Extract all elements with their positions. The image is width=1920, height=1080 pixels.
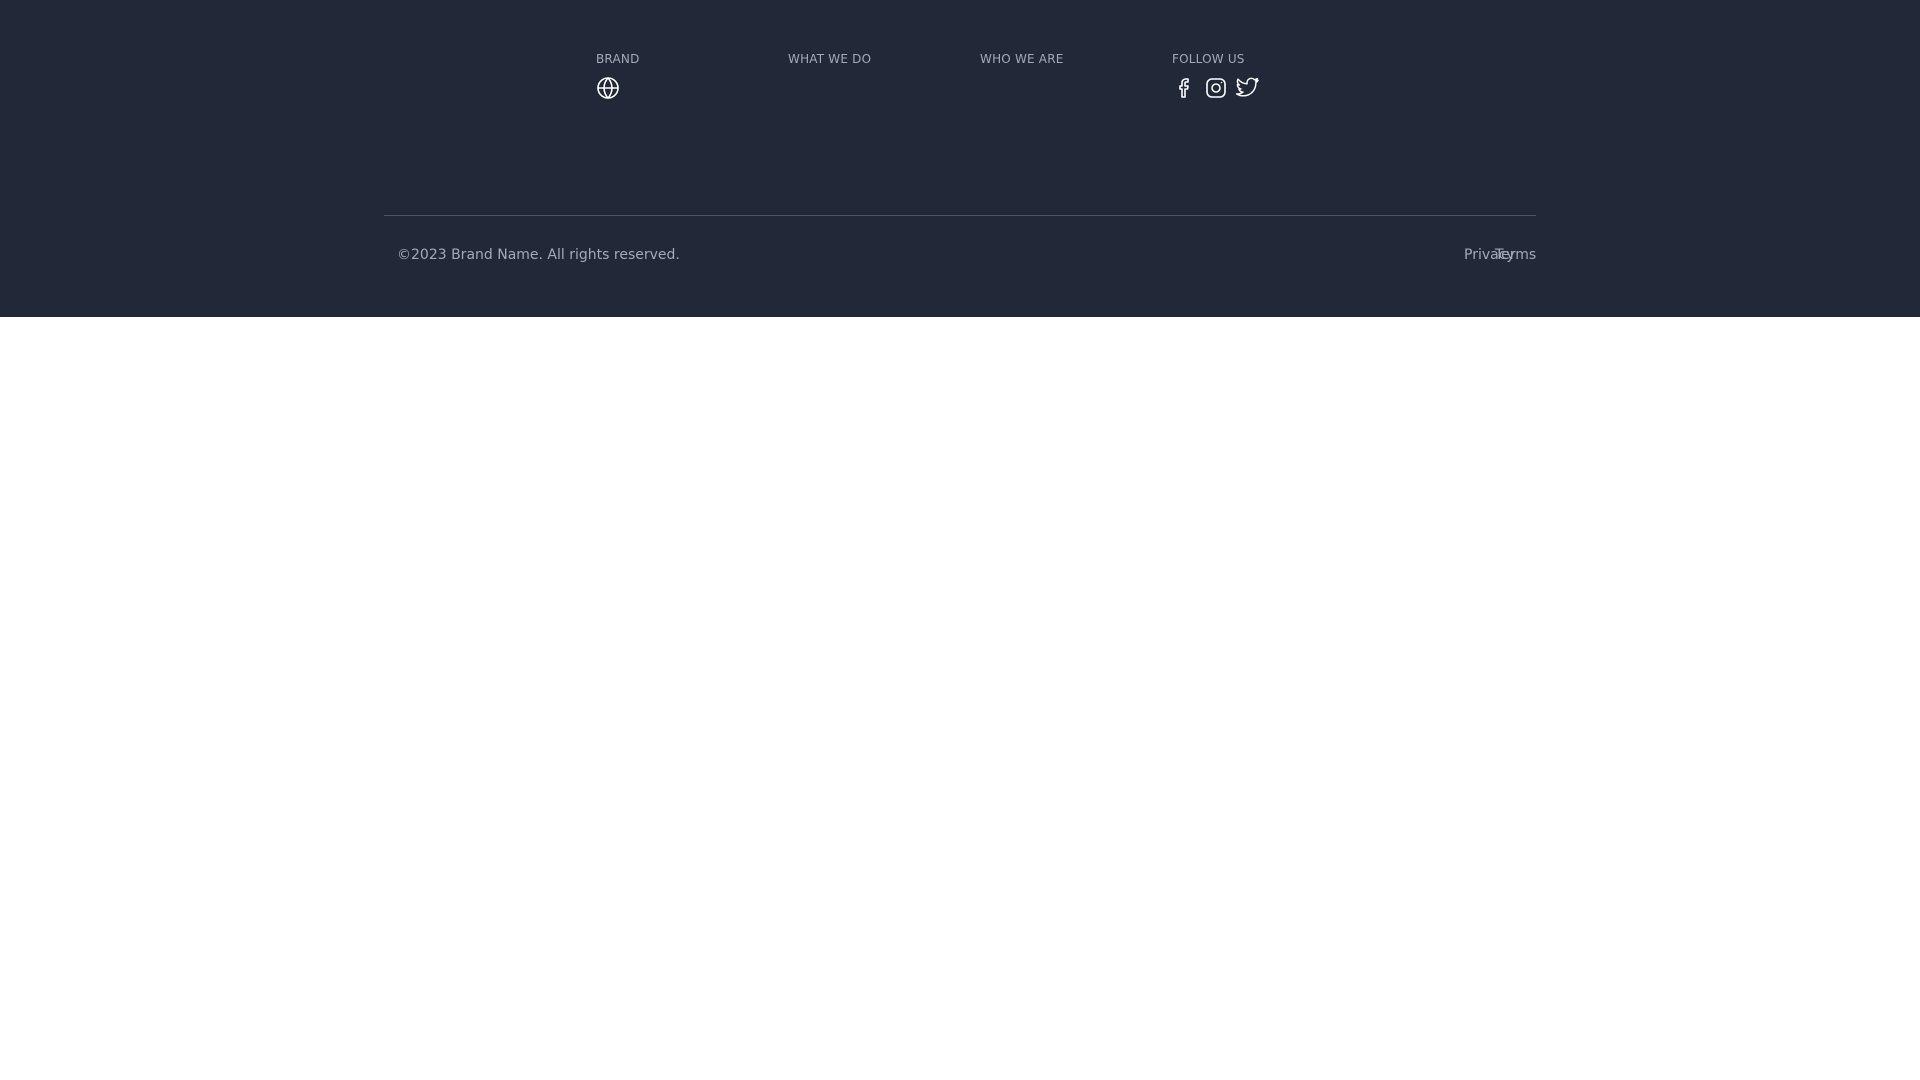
column-heading-what-we-do: WHAT WE DO [788,52,872,66]
site-footer: BRAND WHAT WE DO WHO WE ARE FOLLOW US ©2… [0,0,1920,317]
copyright-text: ©2023 Brand Name. All rights reserved. [397,247,680,263]
footer-column-brand: BRAND [596,52,640,66]
facebook-icon[interactable] [1172,76,1196,100]
instagram-icon[interactable] [1204,76,1228,100]
footer-column-who-we-are: WHO WE ARE [980,52,1064,66]
column-heading-brand: BRAND [596,52,640,66]
column-heading-follow-us: FOLLOW US [1172,52,1245,66]
footer-column-follow-us: FOLLOW US [1172,52,1245,66]
twitter-icon[interactable] [1236,76,1260,100]
column-heading-who-we-are: WHO WE ARE [980,52,1064,66]
terms-link[interactable]: Terms [1495,245,1536,265]
globe-icon[interactable] [596,76,620,100]
footer-column-what-we-do: WHAT WE DO [788,52,871,66]
footer-divider [384,215,1536,216]
